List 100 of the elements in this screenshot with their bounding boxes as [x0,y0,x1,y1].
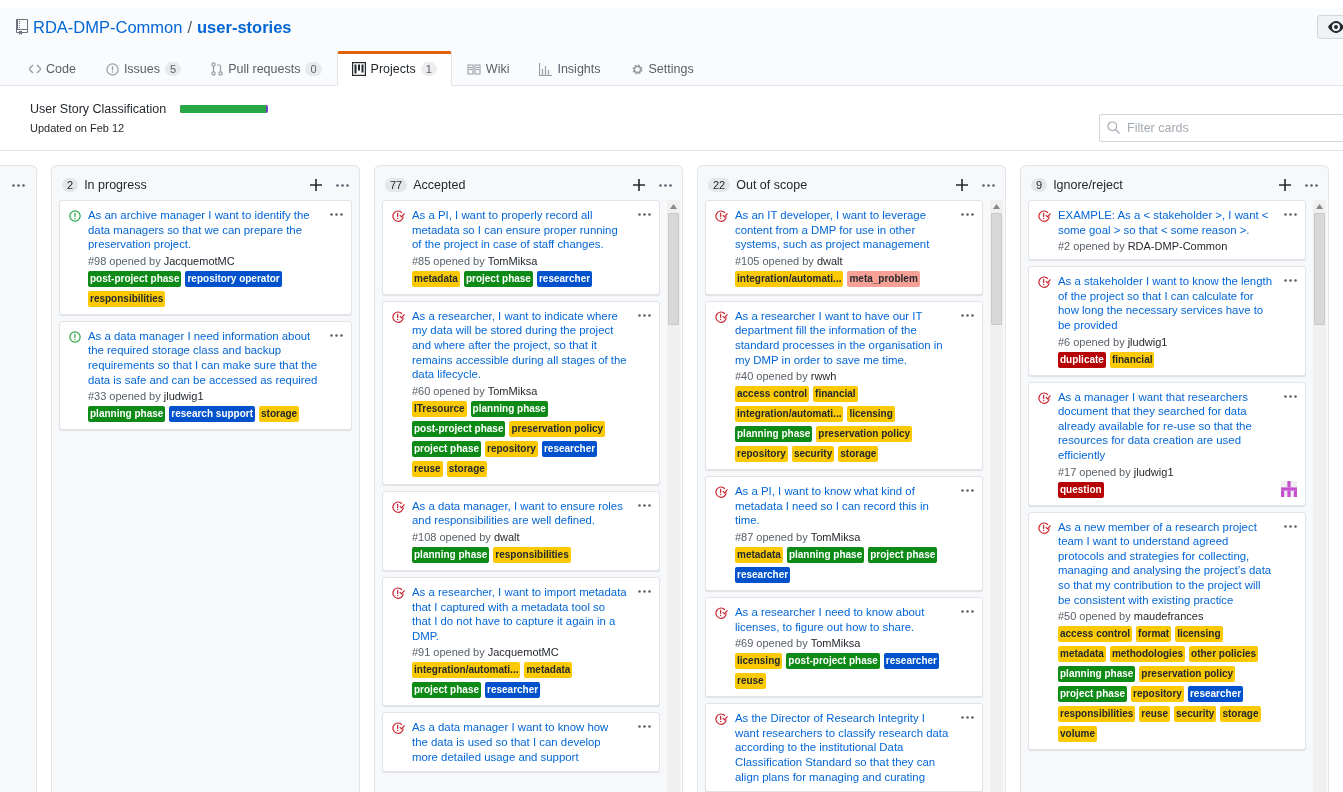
issue-label[interactable]: repository [485,440,538,457]
nav-tab[interactable]: Code [14,51,91,86]
issue-label[interactable]: project phase [412,440,482,457]
issue-label[interactable]: planning phase [88,406,166,423]
author-link[interactable]: dwalt [816,254,843,267]
issue-label[interactable]: storage [838,446,879,463]
issue-title-link[interactable]: As a PI, I want to properly record all metadata so I can ensure proper running of the project in case of staff changes. [412,208,627,252]
issue-card[interactable]: As a stakeholder I want to know the length of the project so that I can calculate for how long the necessary services have to be provided #6 opened by jludwig1 duplicate financial [1028,266,1306,376]
issue-card[interactable]: As a researcher I need to know about licenses, to figure out how to share. #69 opened by TomMiksa licensing post-project phase researcher reuse [705,596,983,698]
column-menu-icon[interactable] [12,183,25,187]
issue-label[interactable]: responsibilities [88,290,166,307]
issue-label[interactable]: researcher [485,682,541,699]
issue-label[interactable]: planning phase [412,546,490,563]
card-menu-icon[interactable] [1284,213,1297,216]
issue-title-link[interactable]: As a data manager, I want to ensure roles and responsibilities are well defined. [412,498,627,528]
issue-label[interactable]: storage [259,406,300,423]
repo-name-link[interactable]: user-stories [197,17,292,37]
issue-label[interactable]: security [1174,706,1217,723]
author-link[interactable]: JacquemotMC [487,646,559,659]
scrollbar[interactable] [1313,200,1326,792]
issue-label[interactable]: planning phase [786,546,865,563]
scrollbar[interactable] [667,200,680,792]
author-link[interactable]: rwwh [810,370,837,383]
issue-card[interactable]: As the Director of Research Integrity I want researchers to classify research data according to the institutional Data Classification Standard so that they can align plans for managing and curating [705,703,983,792]
issue-label[interactable]: reuse [412,460,443,477]
issue-title-link[interactable]: As an archive manager I want to identify the data managers so that we can prepare the preservation project. [88,208,319,252]
issue-label[interactable]: repository operator [185,270,282,287]
issue-label[interactable]: repository [1131,686,1184,703]
column-menu-icon[interactable] [1305,183,1318,187]
issue-title-link[interactable]: As a new member of a research project team I want to understand agreed protocols and strategies for collecting, managing and analysing the project’s data so that my contribution to the project will be consistent with existing practice [1058,519,1273,608]
issue-card[interactable]: EXAMPLE: As a < stakeholder >, I want < some goal > so that < some reason >. #2 opened by RDA-DMP-Common [1028,200,1306,261]
issue-label[interactable]: security [791,446,835,463]
issue-title-link[interactable]: As a stakeholder I want to know the length of the project so that I can calculate for how long the necessary services have to be provided [1058,274,1273,333]
issue-label[interactable]: integration/automati... [735,270,844,287]
issue-label[interactable]: financial [1109,351,1155,368]
issue-label[interactable]: planning phase [735,426,813,443]
issue-card[interactable]: As a PI, I want to know what kind of metadata I need so I can record this in time. #87 opened by TomMiksa metadata planning phase project phase researcher [705,476,983,591]
card-menu-icon[interactable] [961,609,974,613]
add-card-icon[interactable] [1279,179,1291,191]
issue-title-link[interactable]: As a researcher, I want to indicate where my data will be stored during the project and where after the project, so that it remains accessible during all stages of the data lifecycle. [412,308,627,382]
scroll-up-arrow-icon[interactable] [670,204,677,209]
issue-label[interactable]: volume [1058,726,1097,743]
card-menu-icon[interactable] [330,213,343,216]
issue-label[interactable]: licensing [735,653,783,670]
nav-tab[interactable]: Projects 1 [336,51,452,86]
issue-label[interactable]: researcher [735,566,791,583]
column-menu-icon[interactable] [336,183,349,187]
issue-label[interactable]: question [1058,481,1104,498]
issue-label[interactable]: research support [169,406,256,423]
issue-label[interactable]: repository [735,446,788,463]
issue-label[interactable]: storage [446,460,487,477]
author-link[interactable]: TomMiksa [810,637,861,650]
issue-label[interactable]: planning phase [1058,666,1136,683]
issue-label[interactable]: duplicate [1058,351,1106,368]
issue-label[interactable]: reuse [1139,706,1171,723]
card-menu-icon[interactable] [638,313,651,317]
issue-label[interactable]: licensing [847,406,895,423]
issue-title-link[interactable]: EXAMPLE: As a < stakeholder >, I want < some goal > so that < some reason >. [1058,208,1273,238]
nav-tab[interactable]: Issues 5 [90,51,197,86]
issue-title-link[interactable]: As a researcher I need to know about licenses, to figure out how to share. [735,604,950,635]
issue-label[interactable]: reuse [735,673,766,690]
scrollbar-thumb[interactable] [668,213,679,325]
issue-label[interactable]: access control [735,386,810,403]
issue-label[interactable]: project phase [412,682,482,699]
author-link[interactable]: jludwig1 [1127,335,1168,348]
scroll-up-arrow-icon[interactable] [993,204,1000,209]
scroll-up-arrow-icon[interactable] [1316,204,1323,209]
issue-label[interactable]: metadata [1058,646,1106,663]
issue-card[interactable] [59,320,352,431]
issue-card[interactable]: As a manager I want that researchers document that they searched for data already available for re-use so that the resources for data creation are used efficiently #17 opened by jludwig1 question [1028,381,1306,506]
card-menu-icon[interactable] [638,589,651,593]
issue-card[interactable]: As a data manager I want to know how the data is used so that I can develop more detailed usage and support [382,712,660,773]
issue-label[interactable]: preservation policy [1139,666,1236,683]
author-link[interactable]: TomMiksa [487,384,538,397]
issue-title-link[interactable]: As the Director of Research Integrity I want researchers to classify research data according to the institutional Data Classification Standard so that they can align plans for managing and curating [735,711,950,785]
issue-label[interactable]: post-project phase [412,420,506,437]
author-link[interactable]: jludwig1 [163,390,204,403]
issue-label[interactable]: financial [813,386,858,403]
card-menu-icon[interactable] [638,725,651,729]
issue-card[interactable]: As a PI, I want to properly record all metadata so I can ensure proper running of the project in case of staff changes. #85 opened by TomMiksa metadata project phase researcher [382,200,660,295]
issue-label[interactable]: integration/automati... [735,406,844,423]
issue-title-link[interactable]: As a data manager I want to know how the data is used so that I can develop more detailed usage and support [412,720,627,765]
issue-card[interactable] [382,576,660,707]
card-menu-icon[interactable] [961,489,974,493]
issue-title-link[interactable]: As a PI, I want to know what kind of metadata I need so I can record this in time. [735,484,950,528]
nav-tab[interactable]: Wiki [451,51,525,86]
column-menu-icon[interactable] [659,183,672,187]
author-link[interactable]: TomMiksa [487,254,538,267]
scrollbar-thumb[interactable] [991,213,1002,325]
issue-label[interactable]: metadata [412,270,460,287]
issue-title-link[interactable]: As a researcher I want to have our IT department fill the information of the standard processes in the organisation in my DMP in order to save me time. [735,308,950,368]
card-menu-icon[interactable] [1284,394,1297,398]
add-card-icon[interactable] [310,179,322,191]
issue-label[interactable]: researcher [536,270,593,287]
issue-title-link[interactable]: As a manager I want that researchers document that they searched for data already available for re-use so that the resources for data creation are used efficiently [1058,389,1273,463]
card-menu-icon[interactable] [1284,524,1297,528]
author-link[interactable]: jludwig1 [1133,465,1174,478]
issue-card[interactable] [1028,511,1306,751]
issue-label[interactable]: project phase [868,546,938,563]
author-link[interactable]: JacquemotMC [163,254,235,267]
